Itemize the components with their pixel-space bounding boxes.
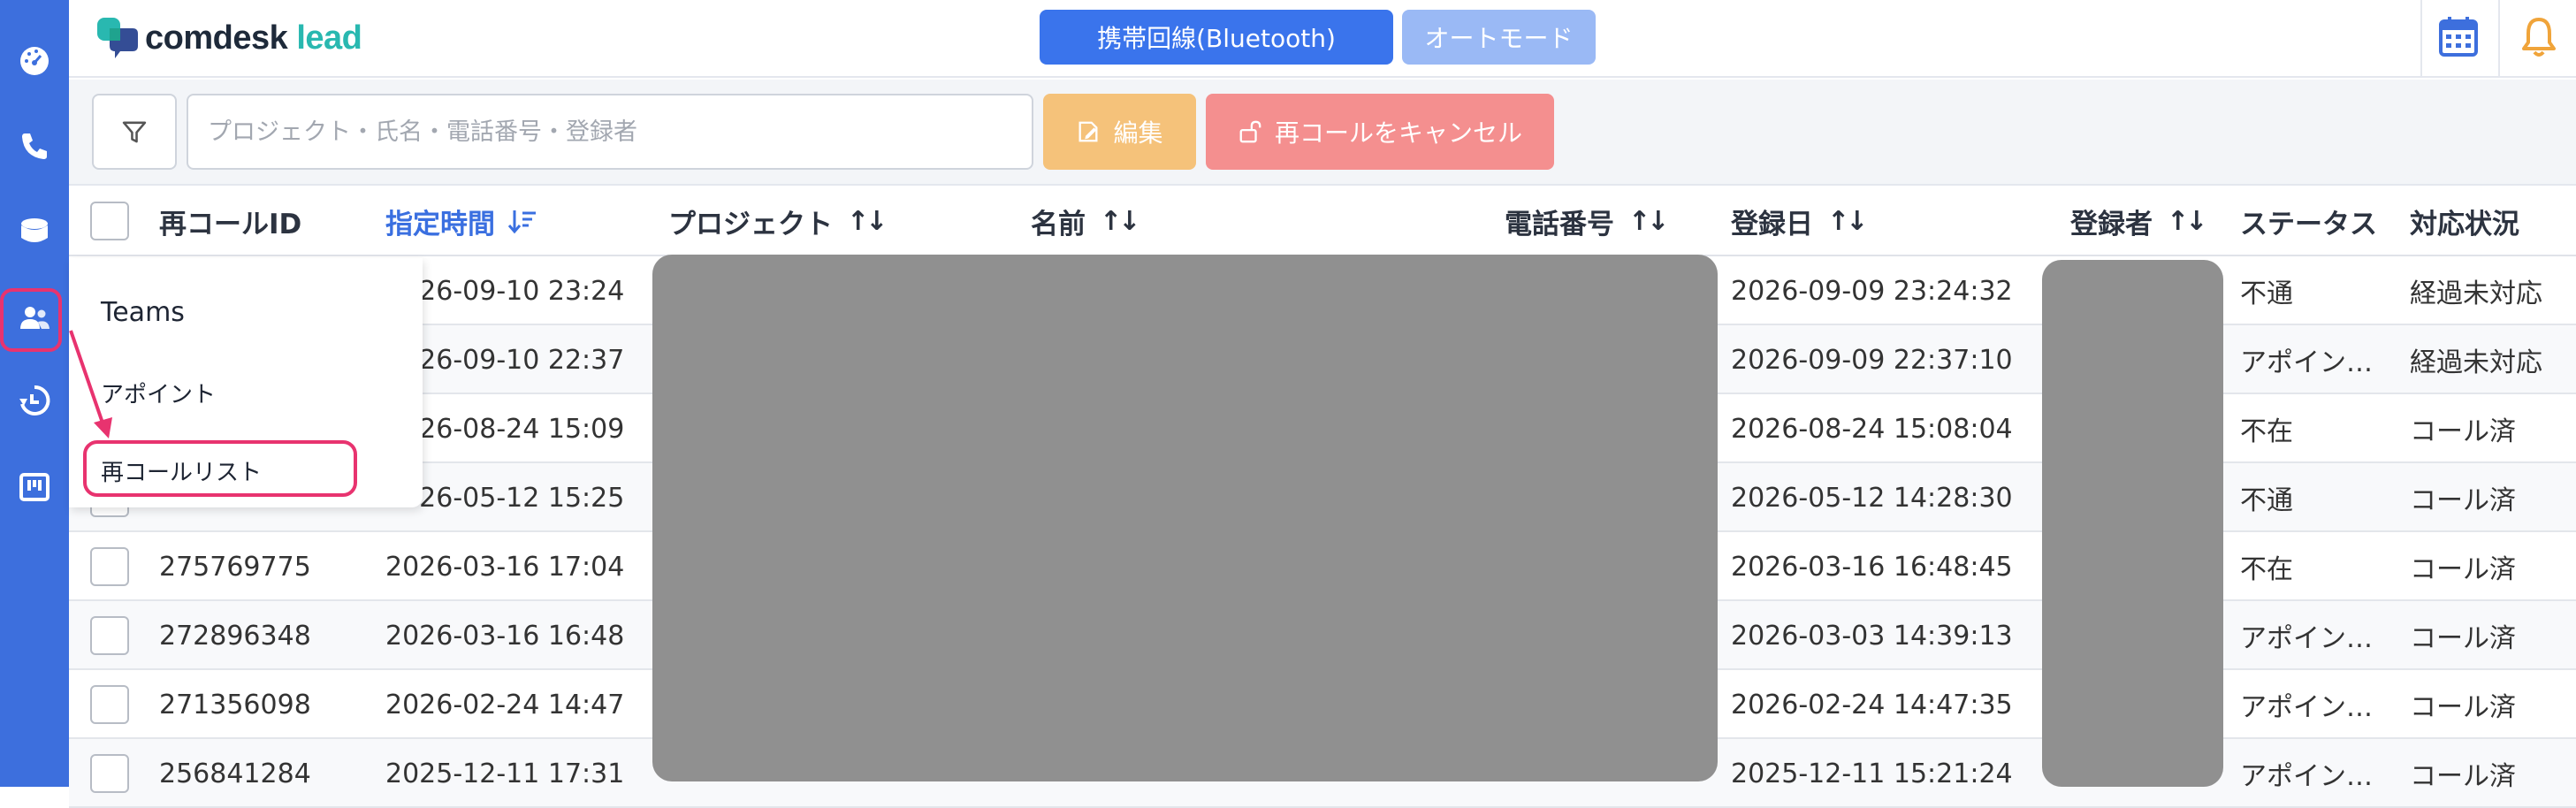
cell-progress: コール済 — [2410, 416, 2516, 447]
cell-time: 2026-03-16 16:48 — [385, 620, 625, 652]
unlock-icon — [1239, 120, 1261, 143]
sort-icon: ↑↓ — [1628, 205, 1669, 237]
menu-item-highlight — [83, 440, 357, 497]
cell-registered: 2026-03-03 14:39:13 — [1731, 620, 2013, 652]
logo: comdesk lead — [97, 16, 362, 60]
sort-icon: ↑↓ — [1827, 205, 1868, 237]
sort-icon: ↑↓ — [2167, 205, 2207, 237]
cell-id: 272896348 — [159, 620, 311, 652]
search-input[interactable] — [187, 94, 1033, 170]
col-status: ステータス — [2240, 208, 2377, 240]
redacted-block — [2042, 260, 2223, 787]
cell-time: 2025-12-11 17:31 — [385, 758, 625, 789]
col-name[interactable]: 名前 ↑↓ — [1031, 186, 1140, 256]
logo-text-accent: lead — [296, 19, 362, 57]
cell-time: 2026-02-24 14:47 — [385, 689, 625, 720]
cell-progress: コール済 — [2410, 623, 2516, 654]
top-header: comdesk lead 携帯回線(Bluetooth) オートモード — [69, 0, 2576, 78]
redacted-block — [652, 255, 1718, 781]
edit-icon — [1078, 121, 1098, 142]
cell-id: 271356098 — [159, 689, 311, 720]
cell-registered: 2026-05-12 14:28:30 — [1731, 482, 2013, 514]
sort-icon: ↑↓ — [847, 205, 888, 237]
row-checkbox[interactable] — [90, 754, 129, 793]
col-recall-id: 再コールID — [159, 208, 302, 240]
row-checkbox[interactable] — [90, 616, 129, 655]
bell-icon[interactable] — [2514, 12, 2564, 62]
toolbar: 編集 再コールをキャンセル — [69, 80, 2576, 186]
cell-status: アポイン… — [2240, 692, 2373, 723]
col-progress: 対応状況 — [2410, 208, 2519, 240]
select-all-checkbox[interactable] — [90, 202, 129, 240]
cell-status: 不在 — [2240, 554, 2293, 585]
cell-registered: 2026-02-24 14:47:35 — [1731, 689, 2013, 720]
teams-submenu: Teams アポイント 再コールリスト — [69, 258, 423, 507]
cell-progress: コール済 — [2410, 485, 2516, 516]
auto-mode-button[interactable]: オートモード — [1402, 10, 1596, 65]
cancel-recall-button[interactable]: 再コールをキャンセル — [1206, 94, 1554, 170]
phone-icon[interactable] — [12, 124, 57, 168]
history-icon[interactable] — [12, 378, 57, 423]
cell-id: 256841284 — [159, 758, 311, 789]
col-registrant[interactable]: 登録者 ↑↓ — [2070, 186, 2207, 256]
cell-progress: 経過未対応 — [2410, 347, 2542, 378]
col-registered-date[interactable]: 登録日 ↑↓ — [1731, 186, 1868, 256]
calendar-icon[interactable] — [2434, 12, 2483, 62]
database-icon[interactable] — [12, 209, 57, 253]
active-rail-highlight — [0, 288, 62, 352]
edit-button-label: 編集 — [1113, 118, 1163, 148]
cell-status: アポイン… — [2240, 347, 2373, 378]
cell-time: 2026-03-16 17:04 — [385, 551, 625, 583]
cell-progress: 経過未対応 — [2410, 278, 2542, 309]
cell-registered: 2026-09-09 23:24:32 — [1731, 275, 2013, 307]
logo-text-main: comdesk — [145, 19, 288, 57]
sort-icon: ↑↓ — [1100, 205, 1140, 237]
cell-status: 不通 — [2240, 278, 2293, 309]
cell-registered: 2026-08-24 15:08:04 — [1731, 413, 2013, 445]
cell-status: アポイン… — [2240, 623, 2373, 654]
filter-button[interactable] — [92, 94, 177, 170]
cell-status: アポイン… — [2240, 761, 2373, 792]
cell-progress: コール済 — [2410, 761, 2516, 792]
left-rail — [0, 0, 69, 787]
edit-button[interactable]: 編集 — [1043, 94, 1196, 170]
header-divider — [2498, 0, 2500, 78]
cell-status: 不通 — [2240, 485, 2293, 516]
filter-icon — [122, 121, 147, 143]
cell-progress: コール済 — [2410, 554, 2516, 585]
cell-id: 275769775 — [159, 551, 311, 583]
col-phone[interactable]: 電話番号 ↑↓ — [1505, 186, 1669, 256]
board-icon[interactable] — [12, 465, 57, 509]
row-checkbox[interactable] — [90, 547, 129, 586]
cell-progress: コール済 — [2410, 692, 2516, 723]
row-checkbox[interactable] — [90, 685, 129, 724]
cell-registered: 2025-12-11 15:21:24 — [1731, 758, 2013, 789]
sort-desc-icon — [507, 210, 536, 234]
table-header: 再コールID 指定時間 プロジェクト ↑↓ 名前 ↑↓ 電話番号 ↑↓ 登録日 ↑↓ 登… — [69, 186, 2576, 256]
logo-mark-icon — [97, 16, 138, 60]
col-project[interactable]: プロジェクト ↑↓ — [668, 186, 888, 256]
cancel-recall-label: 再コールをキャンセル — [1274, 118, 1522, 148]
dashboard-icon[interactable] — [12, 39, 57, 83]
menu-item-appointment[interactable]: アポイント — [101, 377, 216, 409]
cell-registered: 2026-03-16 16:48:45 — [1731, 551, 2013, 583]
cell-registered: 2026-09-09 22:37:10 — [1731, 344, 2013, 376]
header-divider — [2420, 0, 2422, 78]
col-scheduled-time[interactable]: 指定時間 — [385, 186, 537, 256]
cell-status: 不在 — [2240, 416, 2293, 447]
mobile-line-button[interactable]: 携帯回線(Bluetooth) — [1040, 10, 1393, 65]
menu-item-teams[interactable]: Teams — [101, 297, 185, 328]
